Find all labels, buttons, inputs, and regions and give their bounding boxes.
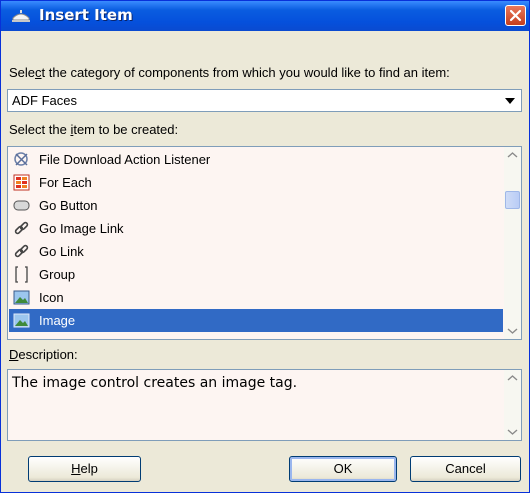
scroll-up-icon[interactable] xyxy=(504,370,521,387)
list-item[interactable]: File Download Action Listener xyxy=(9,148,503,171)
link-icon xyxy=(14,244,29,258)
category-prompt: Select the category of components from w… xyxy=(9,65,450,80)
cancel-button[interactable]: Cancel xyxy=(410,456,521,482)
group-bracket-icon xyxy=(15,266,28,283)
scroll-thumb[interactable] xyxy=(505,191,520,209)
dialog-title: Insert Item xyxy=(39,6,133,24)
scroll-down-icon[interactable] xyxy=(504,322,521,339)
list-item[interactable]: Image xyxy=(9,309,503,332)
dropdown-arrow-icon[interactable] xyxy=(505,98,515,104)
list-item[interactable]: Go Image Link xyxy=(9,217,503,240)
help-button[interactable]: Help xyxy=(28,456,141,482)
link-icon xyxy=(14,221,29,235)
scroll-down-icon[interactable] xyxy=(504,423,521,440)
description-label: Description: xyxy=(9,347,78,362)
close-icon xyxy=(509,9,522,22)
ok-button[interactable]: OK xyxy=(289,456,397,482)
list-item[interactable]: Go Link xyxy=(9,240,503,263)
image-icon xyxy=(13,313,30,328)
title-bar[interactable]: Insert Item xyxy=(1,1,529,31)
scroll-up-icon[interactable] xyxy=(504,147,521,164)
for-each-icon xyxy=(13,174,30,191)
list-item[interactable]: Go Button xyxy=(9,194,503,217)
description-text: The image control creates an image tag. xyxy=(12,375,298,391)
list-item[interactable]: For Each xyxy=(9,171,503,194)
close-button[interactable] xyxy=(505,5,526,26)
category-select-value: ADF Faces xyxy=(12,93,78,108)
list-scrollbar[interactable] xyxy=(504,147,521,339)
listener-icon xyxy=(14,152,28,166)
description-box[interactable]: The image control creates an image tag. xyxy=(7,369,522,441)
list-item[interactable]: Group xyxy=(9,263,503,286)
item-prompt: Select the item to be created: xyxy=(9,122,179,137)
list-item[interactable]: Icon xyxy=(9,286,503,309)
insert-item-icon xyxy=(12,10,30,22)
image-icon xyxy=(13,290,30,305)
button-icon xyxy=(13,200,30,211)
insert-item-dialog: Insert Item Select the category of compo… xyxy=(0,0,530,493)
description-scrollbar[interactable] xyxy=(504,370,521,440)
item-list[interactable]: File Download Action Listener For Each G… xyxy=(7,146,522,340)
category-select[interactable]: ADF Faces xyxy=(7,89,522,112)
